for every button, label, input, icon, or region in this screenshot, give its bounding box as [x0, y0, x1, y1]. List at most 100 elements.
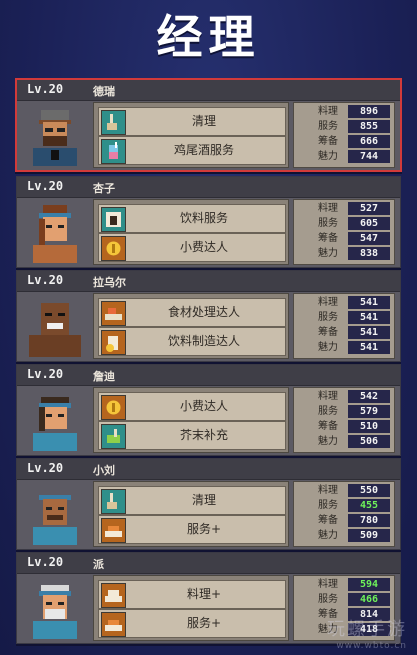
stat-label: 服务	[318, 500, 338, 511]
coin-icon	[101, 236, 126, 261]
stat-value: 542	[348, 390, 390, 403]
skill-label: 饮料服务	[179, 211, 228, 225]
stat-label: 服务	[318, 594, 338, 605]
stat-row: 料理 542	[296, 389, 392, 404]
stat-row: 料理 527	[296, 201, 392, 216]
stat-row: 筹备 547	[296, 231, 392, 246]
manager-card-4[interactable]: Lv.20 詹迪 小费达人 芥末补充 料理 542 服务 579 筹备 510 …	[16, 364, 401, 456]
stat-value: 744	[348, 150, 390, 163]
stat-label: 魅力	[318, 530, 338, 541]
stat-label: 筹备	[318, 515, 338, 526]
stat-row: 料理 896	[296, 104, 392, 119]
stat-row: 筹备 666	[296, 134, 392, 149]
watermark-text: 玩螺手游	[327, 619, 407, 640]
stat-row: 服务 605	[296, 216, 392, 231]
manager-portrait-icon	[33, 585, 77, 639]
skill-slot[interactable]: 料理+	[98, 580, 286, 609]
level-badge: Lv.20	[27, 461, 64, 475]
stat-label: 料理	[318, 391, 338, 402]
stat-label: 魅力	[318, 248, 338, 259]
stat-row: 服务 855	[296, 119, 392, 134]
stat-row: 料理 541	[296, 295, 392, 310]
stat-value: 541	[348, 296, 390, 309]
stat-value: 541	[348, 341, 390, 354]
manager-card-1[interactable]: Lv.20 德瑞 清理 鸡尾酒服务 料理 896 服务 855 筹备 666 魅…	[15, 78, 402, 172]
skill-slot[interactable]: 食材处理达人	[98, 298, 286, 327]
manager-portrait-icon	[29, 303, 81, 357]
stat-row: 筹备 780	[296, 513, 392, 528]
stat-row: 魅力 506	[296, 434, 392, 449]
skill-label: 芥末补充	[179, 428, 228, 442]
stat-row: 魅力 541	[296, 340, 392, 355]
skill-slot[interactable]: 饮料制造达人	[98, 327, 286, 356]
manager-name: 杏子	[93, 182, 115, 195]
skill-slot[interactable]: 鸡尾酒服务	[98, 136, 286, 165]
stat-label: 魅力	[318, 342, 338, 353]
stat-label: 料理	[318, 203, 338, 214]
manager-list: Lv.20 德瑞 清理 鸡尾酒服务 料理 896 服务 855 筹备 666 魅…	[0, 0, 417, 655]
skill-slot[interactable]: 服务+	[98, 515, 286, 544]
skill-slot[interactable]: 小费达人	[98, 233, 286, 262]
drink-service-icon	[101, 207, 126, 232]
stat-label: 筹备	[318, 327, 338, 338]
card-header: Lv.20 杏子	[17, 177, 400, 198]
manager-name: 德瑞	[93, 85, 115, 98]
card-header: Lv.20 詹迪	[17, 365, 400, 386]
watermark: 玩螺手游 www.wbto.cn	[327, 615, 407, 651]
stat-row: 服务 579	[296, 404, 392, 419]
broom-icon	[101, 489, 126, 514]
stat-label: 料理	[318, 106, 338, 117]
skill-panel: 小费达人 芥末补充	[93, 387, 289, 453]
stat-value: 510	[348, 420, 390, 433]
skill-label: 料理+	[186, 587, 222, 601]
skill-label: 清理	[191, 114, 216, 128]
level-badge: Lv.20	[27, 367, 64, 381]
skill-slot[interactable]: 清理	[98, 107, 286, 136]
manager-portrait-icon	[33, 397, 77, 451]
skill-panel: 食材处理达人 饮料制造达人	[93, 293, 289, 359]
skill-slot[interactable]: 服务+	[98, 609, 286, 638]
stats-panel: 料理 550 服务 455 筹备 780 魅力 509	[293, 481, 395, 547]
stats-panel: 料理 541 服务 541 筹备 541 魅力 541	[293, 293, 395, 359]
skill-panel: 清理 鸡尾酒服务	[93, 102, 289, 168]
manager-card-2[interactable]: Lv.20 杏子 饮料服务 小费达人 料理 527 服务 605 筹备 547 …	[16, 176, 401, 268]
manager-card-5[interactable]: Lv.20 小刘 清理 服务+ 料理 550 服务 455 筹备 780 魅力	[16, 458, 401, 550]
skill-panel: 料理+ 服务+	[93, 575, 289, 641]
stat-label: 服务	[318, 218, 338, 229]
manager-card-3[interactable]: Lv.20 拉乌尔 食材处理达人 饮料制造达人 料理 541 服务 541 筹备 54…	[16, 270, 401, 362]
drink-make-icon	[101, 330, 126, 355]
skill-label: 鸡尾酒服务	[173, 143, 234, 157]
stat-row: 魅力 838	[296, 246, 392, 261]
stat-value: 455	[348, 499, 390, 512]
level-badge: Lv.20	[27, 273, 64, 287]
stat-value: 466	[348, 593, 390, 606]
skill-label: 清理	[191, 493, 216, 507]
stat-value: 605	[348, 217, 390, 230]
cooking-plus-icon	[101, 583, 126, 608]
stat-row: 料理 594	[296, 577, 392, 592]
skill-slot[interactable]: 小费达人	[98, 392, 286, 421]
skill-label: 食材处理达人	[167, 305, 240, 319]
skill-slot[interactable]: 饮料服务	[98, 204, 286, 233]
service-plus-icon	[101, 518, 126, 543]
card-header: Lv.20 派	[17, 553, 400, 574]
stat-row: 料理 550	[296, 483, 392, 498]
skill-slot[interactable]: 清理	[98, 486, 286, 515]
stat-value: 547	[348, 232, 390, 245]
coin-icon	[101, 395, 126, 420]
manager-portrait-icon	[33, 110, 77, 166]
stat-value: 550	[348, 484, 390, 497]
stats-panel: 料理 542 服务 579 筹备 510 魅力 506	[293, 387, 395, 453]
card-header: Lv.20 拉乌尔	[17, 271, 400, 292]
card-header: Lv.20 德瑞	[17, 80, 400, 101]
stat-row: 服务 466	[296, 592, 392, 607]
skill-slot[interactable]: 芥末补充	[98, 421, 286, 450]
level-badge: Lv.20	[27, 82, 64, 96]
stat-value: 579	[348, 405, 390, 418]
stat-value: 838	[348, 247, 390, 260]
stat-row: 魅力 509	[296, 528, 392, 543]
manager-name: 拉乌尔	[93, 276, 126, 289]
stat-row: 服务 455	[296, 498, 392, 513]
skill-label: 小费达人	[179, 240, 228, 254]
manager-portrait-icon	[33, 205, 77, 263]
